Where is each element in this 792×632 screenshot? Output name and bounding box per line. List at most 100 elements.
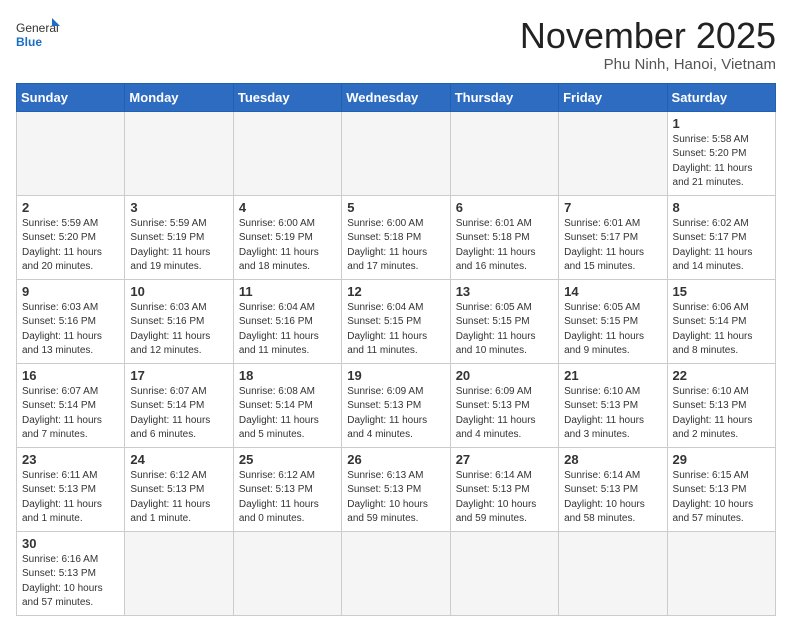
day-number: 16	[22, 368, 119, 383]
calendar-cell	[233, 531, 341, 615]
logo: General Blue	[16, 16, 60, 56]
day-number: 4	[239, 200, 336, 215]
day-info: Sunrise: 6:07 AM Sunset: 5:14 PM Dayligh…	[130, 385, 227, 443]
day-number: 23	[22, 452, 119, 467]
day-number: 10	[130, 284, 227, 299]
day-info: Sunrise: 6:02 AM Sunset: 5:17 PM Dayligh…	[673, 217, 770, 275]
calendar-cell	[233, 111, 341, 195]
week-row-3: 9 Sunrise: 6:03 AM Sunset: 5:16 PM Daylig…	[17, 279, 776, 363]
day-number: 21	[564, 368, 661, 383]
day-number: 14	[564, 284, 661, 299]
day-number: 9	[22, 284, 119, 299]
day-info: Sunrise: 6:00 AM Sunset: 5:18 PM Dayligh…	[347, 217, 444, 275]
calendar-cell: 1 Sunrise: 5:58 AM Sunset: 5:20 PM Daylig…	[667, 111, 775, 195]
calendar-cell: 4Sunrise: 6:00 AM Sunset: 5:19 PM Daylig…	[233, 195, 341, 279]
day-info: Sunrise: 5:58 AM Sunset: 5:20 PM Dayligh…	[673, 133, 770, 191]
calendar-cell: 7 Sunrise: 6:01 AM Sunset: 5:17 PM Daylig…	[559, 195, 667, 279]
calendar-cell: 3 Sunrise: 5:59 AM Sunset: 5:19 PM Daylig…	[125, 195, 233, 279]
weekday-sunday: Sunday	[17, 83, 125, 111]
calendar-cell	[450, 531, 558, 615]
day-number: 7	[564, 200, 661, 215]
day-number: 22	[673, 368, 770, 383]
day-info: Sunrise: 6:09 AM Sunset: 5:13 PM Dayligh…	[456, 385, 553, 443]
calendar-cell: 22 Sunrise: 6:10 AM Sunset: 5:13 PM Dayli…	[667, 363, 775, 447]
calendar-body: 1 Sunrise: 5:58 AM Sunset: 5:20 PM Daylig…	[17, 111, 776, 615]
day-number: 29	[673, 452, 770, 467]
day-info: Sunrise: 5:59 AM Sunset: 5:20 PM Dayligh…	[22, 217, 119, 275]
calendar-cell: 27Sunrise: 6:14 AM Sunset: 5:13 PM Dayli…	[450, 447, 558, 531]
location: Phu Ninh, Hanoi, Vietnam	[520, 56, 776, 73]
calendar-cell: 21Sunrise: 6:10 AM Sunset: 5:13 PM Dayli…	[559, 363, 667, 447]
day-info: Sunrise: 6:01 AM Sunset: 5:17 PM Dayligh…	[564, 217, 661, 275]
weekday-friday: Friday	[559, 83, 667, 111]
calendar-cell	[342, 111, 450, 195]
day-number: 1	[673, 116, 770, 131]
day-number: 17	[130, 368, 227, 383]
day-number: 15	[673, 284, 770, 299]
day-info: Sunrise: 6:03 AM Sunset: 5:16 PM Dayligh…	[130, 301, 227, 359]
week-row-4: 16 Sunrise: 6:07 AM Sunset: 5:14 PM Dayli…	[17, 363, 776, 447]
month-title: November 2025	[520, 16, 776, 56]
day-number: 2	[22, 200, 119, 215]
day-number: 27	[456, 452, 553, 467]
day-info: Sunrise: 6:06 AM Sunset: 5:14 PM Dayligh…	[673, 301, 770, 359]
calendar-cell: 5 Sunrise: 6:00 AM Sunset: 5:18 PM Daylig…	[342, 195, 450, 279]
day-info: Sunrise: 6:03 AM Sunset: 5:16 PM Dayligh…	[22, 301, 119, 359]
weekday-thursday: Thursday	[450, 83, 558, 111]
calendar-cell: 8Sunrise: 6:02 AM Sunset: 5:17 PM Daylig…	[667, 195, 775, 279]
day-info: Sunrise: 6:15 AM Sunset: 5:13 PM Dayligh…	[673, 469, 770, 527]
day-info: Sunrise: 6:07 AM Sunset: 5:14 PM Dayligh…	[22, 385, 119, 443]
calendar-cell	[17, 111, 125, 195]
calendar-cell	[342, 531, 450, 615]
day-number: 12	[347, 284, 444, 299]
title-area: November 2025 Phu Ninh, Hanoi, Vietnam	[520, 16, 776, 73]
day-number: 26	[347, 452, 444, 467]
day-number: 3	[130, 200, 227, 215]
day-info: Sunrise: 6:08 AM Sunset: 5:14 PM Dayligh…	[239, 385, 336, 443]
day-number: 20	[456, 368, 553, 383]
day-number: 28	[564, 452, 661, 467]
calendar-cell: 2 Sunrise: 5:59 AM Sunset: 5:20 PM Daylig…	[17, 195, 125, 279]
calendar-cell: 14 Sunrise: 6:05 AM Sunset: 5:15 PM Dayli…	[559, 279, 667, 363]
calendar-cell: 17 Sunrise: 6:07 AM Sunset: 5:14 PM Dayli…	[125, 363, 233, 447]
calendar-cell: 19Sunrise: 6:09 AM Sunset: 5:13 PM Dayli…	[342, 363, 450, 447]
calendar-cell: 18Sunrise: 6:08 AM Sunset: 5:14 PM Dayli…	[233, 363, 341, 447]
day-number: 6	[456, 200, 553, 215]
calendar-cell	[559, 111, 667, 195]
weekday-wednesday: Wednesday	[342, 83, 450, 111]
day-info: Sunrise: 6:14 AM Sunset: 5:13 PM Dayligh…	[564, 469, 661, 527]
day-info: Sunrise: 6:01 AM Sunset: 5:18 PM Dayligh…	[456, 217, 553, 275]
calendar-cell: 20 Sunrise: 6:09 AM Sunset: 5:13 PM Dayli…	[450, 363, 558, 447]
calendar-cell: 30 Sunrise: 6:16 AM Sunset: 5:13 PM Dayli…	[17, 531, 125, 615]
calendar-cell: 29 Sunrise: 6:15 AM Sunset: 5:13 PM Dayli…	[667, 447, 775, 531]
day-info: Sunrise: 6:10 AM Sunset: 5:13 PM Dayligh…	[673, 385, 770, 443]
week-row-2: 2 Sunrise: 5:59 AM Sunset: 5:20 PM Daylig…	[17, 195, 776, 279]
day-info: Sunrise: 6:11 AM Sunset: 5:13 PM Dayligh…	[22, 469, 119, 527]
calendar-cell	[450, 111, 558, 195]
calendar-cell: 6 Sunrise: 6:01 AM Sunset: 5:18 PM Daylig…	[450, 195, 558, 279]
day-number: 13	[456, 284, 553, 299]
header: General Blue November 2025 Phu Ninh, Han…	[16, 16, 776, 73]
day-number: 30	[22, 536, 119, 551]
day-info: Sunrise: 6:05 AM Sunset: 5:15 PM Dayligh…	[564, 301, 661, 359]
calendar-cell: 10 Sunrise: 6:03 AM Sunset: 5:16 PM Dayli…	[125, 279, 233, 363]
weekday-saturday: Saturday	[667, 83, 775, 111]
calendar-cell: 13 Sunrise: 6:05 AM Sunset: 5:15 PM Dayli…	[450, 279, 558, 363]
calendar-cell: 28 Sunrise: 6:14 AM Sunset: 5:13 PM Dayli…	[559, 447, 667, 531]
calendar-cell: 11Sunrise: 6:04 AM Sunset: 5:16 PM Dayli…	[233, 279, 341, 363]
day-info: Sunrise: 6:16 AM Sunset: 5:13 PM Dayligh…	[22, 553, 119, 611]
calendar-cell: 15 Sunrise: 6:06 AM Sunset: 5:14 PM Dayli…	[667, 279, 775, 363]
week-row-6: 30 Sunrise: 6:16 AM Sunset: 5:13 PM Dayli…	[17, 531, 776, 615]
day-info: Sunrise: 5:59 AM Sunset: 5:19 PM Dayligh…	[130, 217, 227, 275]
calendar-cell: 24Sunrise: 6:12 AM Sunset: 5:13 PM Dayli…	[125, 447, 233, 531]
calendar-cell	[559, 531, 667, 615]
day-info: Sunrise: 6:05 AM Sunset: 5:15 PM Dayligh…	[456, 301, 553, 359]
calendar-cell: 12Sunrise: 6:04 AM Sunset: 5:15 PM Dayli…	[342, 279, 450, 363]
day-info: Sunrise: 6:12 AM Sunset: 5:13 PM Dayligh…	[130, 469, 227, 527]
day-info: Sunrise: 6:04 AM Sunset: 5:16 PM Dayligh…	[239, 301, 336, 359]
weekday-header-row: SundayMondayTuesdayWednesdayThursdayFrid…	[17, 83, 776, 111]
day-number: 25	[239, 452, 336, 467]
day-number: 5	[347, 200, 444, 215]
day-info: Sunrise: 6:12 AM Sunset: 5:13 PM Dayligh…	[239, 469, 336, 527]
day-info: Sunrise: 6:13 AM Sunset: 5:13 PM Dayligh…	[347, 469, 444, 527]
